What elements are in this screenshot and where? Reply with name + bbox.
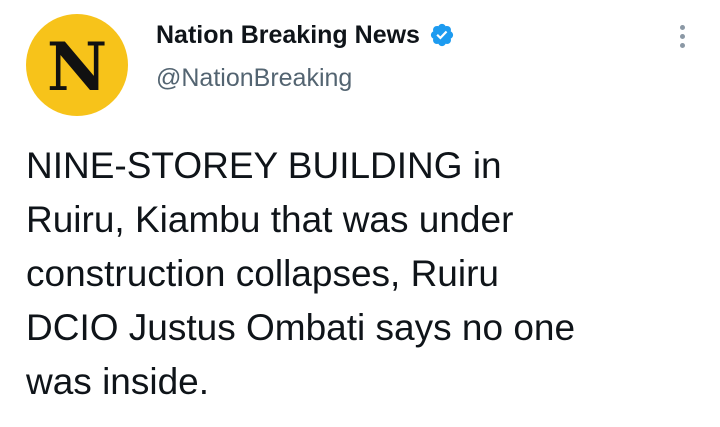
tweet-text-line: DCIO Justus Ombati says no one	[26, 307, 576, 348]
account-handle[interactable]: @NationBreaking	[156, 64, 352, 93]
verified-badge-icon	[430, 23, 454, 47]
more-vertical-icon	[679, 24, 685, 30]
author-name-row: Nation Breaking News	[156, 18, 455, 52]
tweet-card: N Nation Breaking News @NationBreaking N…	[0, 0, 720, 427]
display-name[interactable]: Nation Breaking News	[156, 21, 420, 50]
tweet-text: NINE-STOREY BUILDING in Ruiru, Kiambu th…	[26, 139, 706, 409]
tweet-text-line: Ruiru, Kiambu that was under	[26, 199, 514, 240]
more-options-button[interactable]	[668, 18, 696, 54]
avatar[interactable]: N	[26, 14, 128, 116]
more-vertical-icon	[679, 42, 685, 48]
tweet-text-line: NINE-STOREY BUILDING in	[26, 145, 502, 186]
more-vertical-icon	[679, 33, 685, 39]
tweet-text-line: construction collapses, Ruiru	[26, 253, 499, 294]
avatar-logo-letter: N	[46, 28, 108, 106]
tweet-text-line: was inside.	[26, 361, 210, 402]
